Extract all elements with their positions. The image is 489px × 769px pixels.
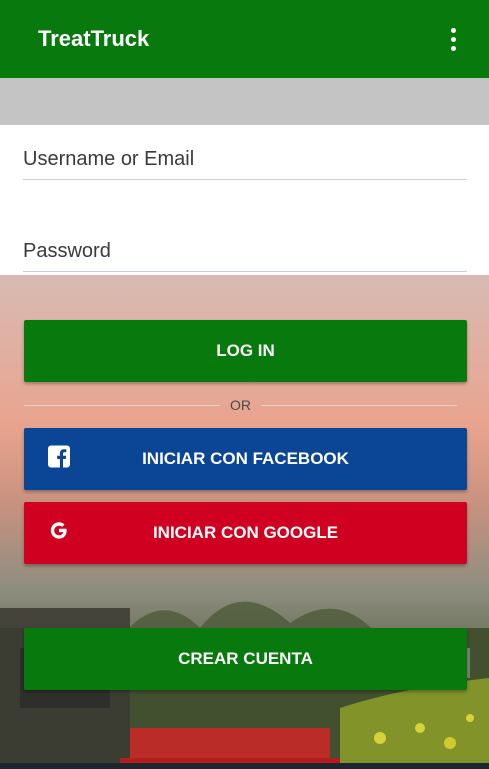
- or-label: OR: [230, 397, 251, 413]
- username-field[interactable]: [23, 139, 467, 180]
- divider-line: [24, 404, 220, 406]
- login-button[interactable]: LOG IN: [24, 320, 467, 382]
- google-icon: [48, 520, 70, 547]
- google-login-button[interactable]: INICIAR CON GOOGLE: [24, 502, 467, 564]
- app-title: TreatTruck: [38, 26, 150, 51]
- login-form: [0, 125, 489, 275]
- facebook-login-button[interactable]: INICIAR CON FACEBOOK: [24, 428, 467, 490]
- or-divider: OR: [24, 395, 467, 415]
- app-bar: TreatTruck: [0, 0, 489, 78]
- facebook-label: INICIAR CON FACEBOOK: [142, 449, 349, 468]
- system-nav-bar: [0, 763, 489, 769]
- login-label: LOG IN: [216, 341, 275, 360]
- facebook-icon: [48, 445, 70, 473]
- create-account-label: CREAR CUENTA: [178, 649, 313, 668]
- google-label: INICIAR CON GOOGLE: [152, 523, 339, 542]
- divider-line: [261, 404, 457, 406]
- more-vert-icon[interactable]: [443, 24, 463, 54]
- password-field[interactable]: [23, 231, 467, 272]
- create-account-button[interactable]: CREAR CUENTA: [24, 628, 467, 690]
